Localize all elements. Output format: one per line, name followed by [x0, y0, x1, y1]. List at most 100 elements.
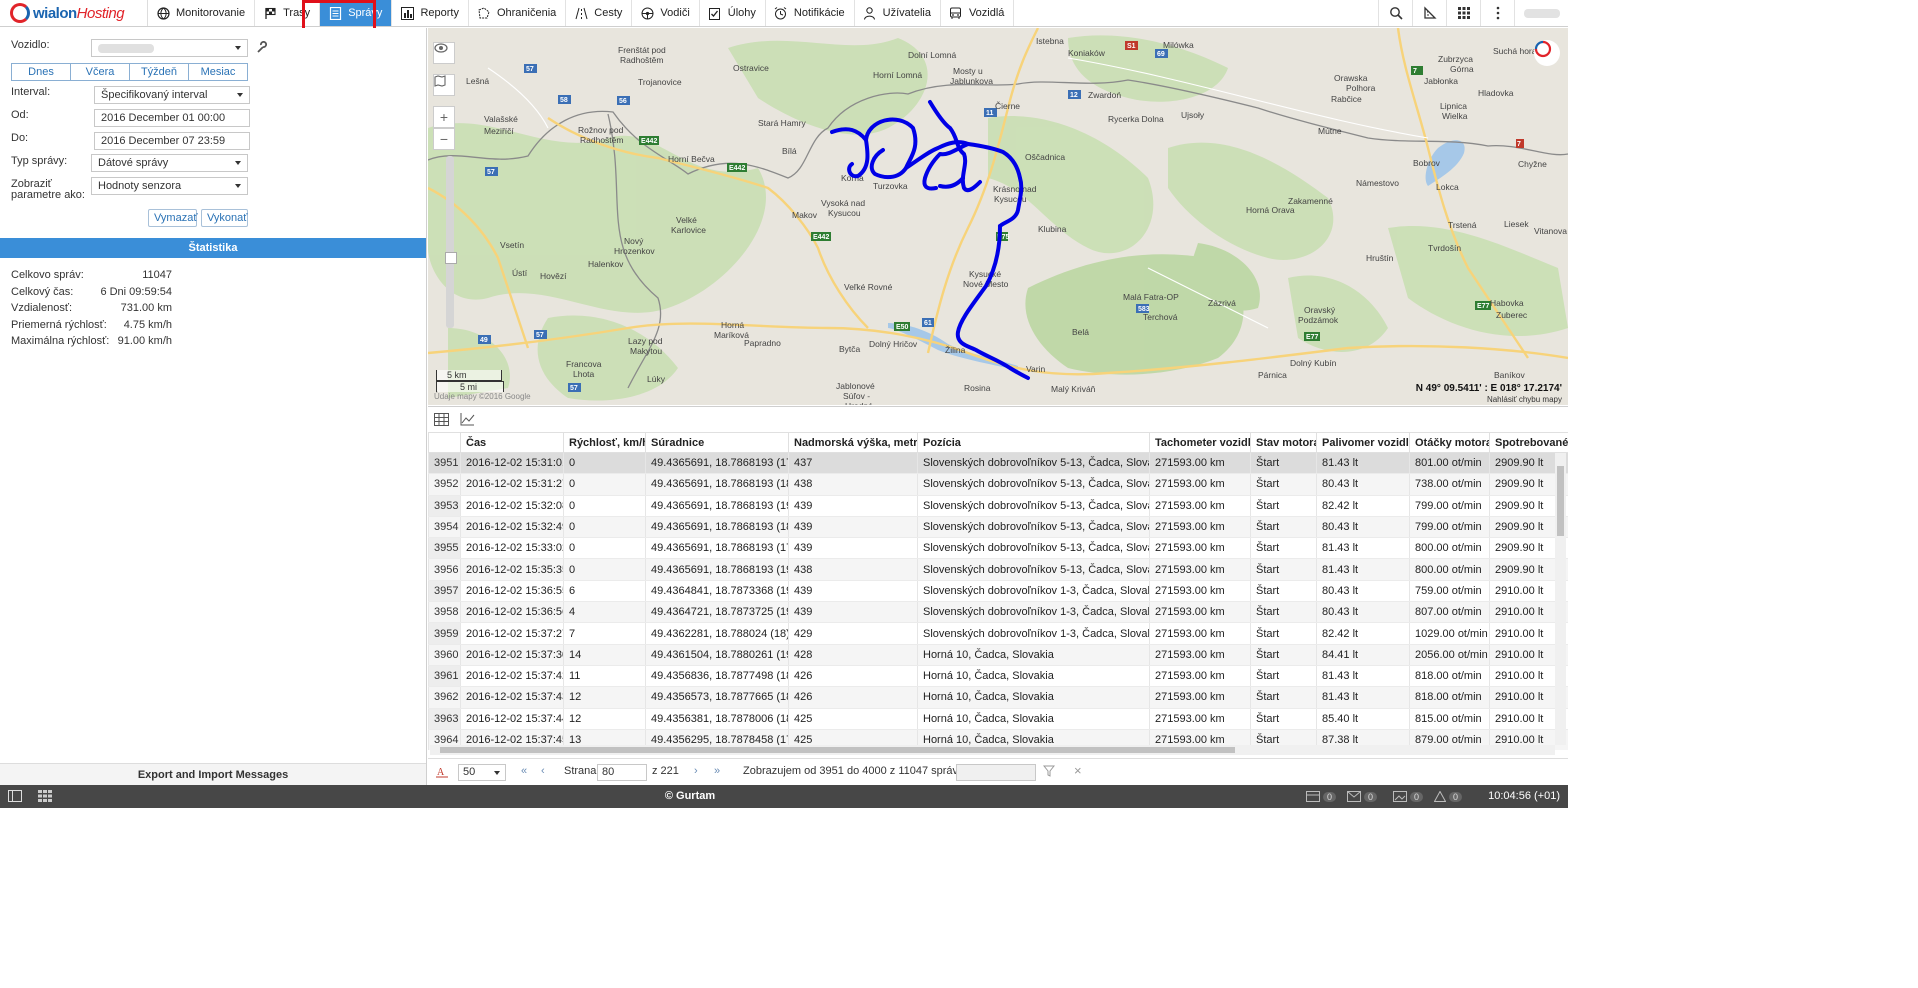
column-header[interactable]: Nadmorská výška, metre	[788, 432, 918, 453]
layers-visibility-icon[interactable]	[433, 42, 455, 64]
table-horizontal-scrollbar[interactable]	[430, 745, 1555, 755]
stat-value: 91.00 km/h	[117, 335, 172, 347]
nav-tab-driver[interactable]: Vodiči	[632, 0, 700, 26]
svg-text:7: 7	[1413, 68, 1417, 75]
table-row[interactable]: 3955 2016-12-02 15:33:02 0 49.4365691, 18.7…	[428, 537, 1568, 560]
ruler-icon[interactable]	[1412, 0, 1446, 26]
message-type-select[interactable]: Dátové správy	[91, 154, 248, 172]
column-header[interactable]: Pozícia	[917, 432, 1150, 453]
map-place-label: Orawska	[1334, 73, 1368, 83]
interval-select[interactable]: Špecifikovaný interval	[94, 86, 250, 104]
server-time: 10:04:56 (+01)	[1488, 790, 1560, 802]
table-cell: 439	[788, 601, 918, 624]
map-place-label: Jabłonka	[1424, 76, 1458, 86]
nav-tab-globe[interactable]: Monitorovanie	[148, 0, 256, 26]
nav-tab-label: Ohraničenia	[496, 7, 557, 19]
column-header[interactable]: Palivomer vozidla	[1316, 432, 1410, 453]
notifications-counter[interactable]: 0	[1434, 789, 1463, 804]
nav-tab-vehicle[interactable]: Vozidlá	[941, 0, 1015, 26]
clear-button[interactable]: Vymazať	[148, 209, 197, 227]
svg-text:57: 57	[536, 332, 544, 339]
prev-page-icon[interactable]: ‹	[541, 765, 545, 777]
table-row[interactable]: 3960 2016-12-02 15:37:30 14 49.4361504, 18.…	[428, 644, 1568, 666]
chart-view-icon[interactable]	[460, 413, 476, 427]
to-date-input[interactable]: 2016 December 07 23:59	[94, 132, 250, 150]
clear-filter-icon[interactable]: ×	[1074, 763, 1082, 778]
page-number-input[interactable]: 80	[597, 764, 647, 781]
table-row[interactable]: 3963 2016-12-02 15:37:44 12 49.4356381, 18.…	[428, 708, 1568, 730]
column-header[interactable]: Spotrebované palivo	[1489, 432, 1568, 453]
from-date-input[interactable]: 2016 December 01 00:00	[94, 109, 250, 127]
export-import-messages-button[interactable]: Export and Import Messages	[0, 763, 426, 785]
period-today-button[interactable]: Dnes	[12, 64, 71, 80]
table-row[interactable]: 3959 2016-12-02 15:37:27 7 49.4362281, 18.7…	[428, 622, 1568, 645]
map-place-label: Wielka	[1442, 111, 1468, 121]
table-cell: Slovenských dobrovoľníkov 5-13, Čadca, S…	[917, 473, 1150, 496]
table-cell: 438	[788, 558, 918, 581]
table-vertical-scrollbar[interactable]	[1555, 453, 1566, 745]
filter-input[interactable]	[956, 764, 1036, 781]
period-yesterday-button[interactable]: Včera	[71, 64, 130, 80]
filter-icon[interactable]	[1042, 765, 1056, 780]
zoom-out-button[interactable]: −	[433, 128, 455, 150]
page-size-select[interactable]: 50	[458, 764, 506, 781]
column-header[interactable]	[428, 432, 461, 453]
zoom-slider-track[interactable]	[446, 156, 454, 328]
nav-tab-user[interactable]: Užívatelia	[855, 0, 941, 26]
table-row[interactable]: 3957 2016-12-02 15:36:55 6 49.4364841, 18.7…	[428, 580, 1568, 603]
table-row[interactable]: 3951 2016-12-02 15:31:01 0 49.4365691, 18.7…	[428, 452, 1568, 475]
events-counter[interactable]: 0	[1306, 789, 1337, 804]
table-row[interactable]: 3954 2016-12-02 15:32:49 0 49.4365691, 18.7…	[428, 516, 1568, 539]
map-view[interactable]: 57 56 58 57 11 12 S1 69 E442 E442 E442 E…	[428, 28, 1568, 405]
apps-grid-icon[interactable]	[1446, 0, 1480, 26]
vehicle-select[interactable]	[91, 39, 248, 57]
next-page-icon[interactable]: ›	[694, 765, 698, 777]
zoom-in-button[interactable]: +	[433, 106, 455, 128]
column-header[interactable]: Otáčky motora	[1409, 432, 1490, 453]
nav-tab-flag[interactable]: Trasy	[255, 0, 321, 26]
column-header[interactable]: Tachometer vozidla	[1149, 432, 1251, 453]
table-row[interactable]: 3958 2016-12-02 15:36:56 4 49.4364721, 18.7…	[428, 601, 1568, 624]
wrench-icon[interactable]	[255, 41, 267, 56]
column-header[interactable]: Čas	[460, 432, 564, 453]
zoom-slider-handle[interactable]	[445, 252, 457, 264]
table-row[interactable]: 3961 2016-12-02 15:37:42 11 49.4356836, 18.…	[428, 665, 1568, 688]
wialon-logo[interactable]: wialon Hosting	[0, 0, 148, 26]
chevron-down-icon	[494, 771, 500, 775]
period-month-button[interactable]: Mesiac	[189, 64, 247, 80]
column-header[interactable]: Súradnice	[645, 432, 789, 453]
table-row[interactable]: 3962 2016-12-02 15:37:43 12 49.4356573, 18.…	[428, 686, 1568, 709]
map-layers-icon[interactable]	[433, 74, 455, 96]
table-view-icon[interactable]	[434, 413, 450, 427]
more-menu-icon[interactable]	[1480, 0, 1514, 26]
nav-tab-label: Správy	[348, 7, 383, 19]
font-color-icon[interactable]: A	[436, 766, 448, 781]
period-week-button[interactable]: Týždeň	[130, 64, 189, 80]
search-icon[interactable]	[1378, 0, 1412, 26]
execute-button[interactable]: Vykonať	[201, 209, 248, 227]
map-place-label: Zubrzyca	[1438, 54, 1473, 64]
sms-counter[interactable]: 0	[1347, 789, 1378, 804]
last-page-icon[interactable]: »	[714, 765, 720, 777]
table-row[interactable]: 3956 2016-12-02 15:35:35 0 49.4365691, 18.7…	[428, 558, 1568, 581]
images-counter[interactable]: 0	[1393, 789, 1424, 804]
nav-tab-bell[interactable]: Notifikácie	[766, 0, 855, 26]
nav-tab-geofence[interactable]: Ohraničenia	[469, 0, 567, 26]
nav-tab-road[interactable]: Cesty	[566, 0, 633, 26]
table-cell: 437	[788, 452, 918, 475]
table-row[interactable]: 3952 2016-12-02 15:31:27 0 49.4365691, 18.7…	[428, 473, 1568, 496]
nav-tab-messages[interactable]: Správy	[320, 0, 393, 26]
stat-label: Maximálna rýchlosť:	[11, 335, 110, 347]
table-row[interactable]: 3953 2016-12-02 15:32:08 0 49.4365691, 18.7…	[428, 495, 1568, 517]
first-page-icon[interactable]: «	[521, 765, 527, 777]
table-cell: 759.00 ot/min	[1409, 580, 1490, 603]
report-map-error-link[interactable]: Nahlásiť chybu mapy	[1487, 395, 1562, 404]
show-params-select[interactable]: Hodnoty senzora	[91, 177, 248, 195]
nav-tab-chart[interactable]: Reporty	[392, 0, 469, 26]
map-place-label: Zakamenné	[1288, 196, 1333, 206]
table-cell: 4	[563, 601, 646, 624]
column-header[interactable]: Stav motora	[1250, 432, 1317, 453]
column-header[interactable]: Rýchlosť, km/h	[563, 432, 646, 453]
nav-tab-task[interactable]: Úlohy	[700, 0, 766, 26]
user-account-menu[interactable]	[1514, 0, 1568, 26]
